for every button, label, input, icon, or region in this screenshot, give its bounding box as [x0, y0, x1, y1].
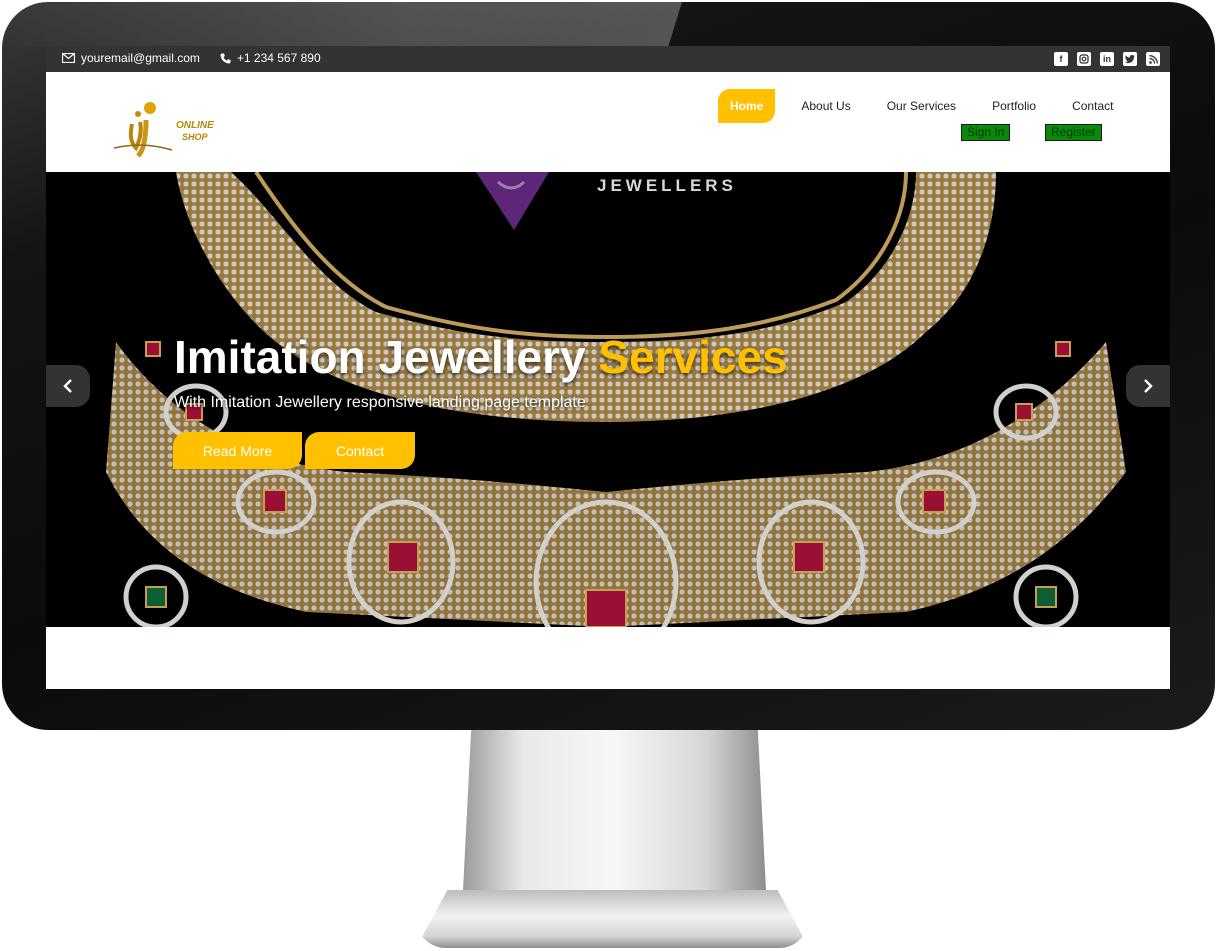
slider-next-button[interactable] — [1126, 365, 1170, 407]
nav-home[interactable]: Home — [718, 89, 776, 123]
hero-title-accent: Services — [598, 331, 788, 383]
chevron-right-icon — [1144, 379, 1153, 393]
slider-prev-button[interactable] — [46, 365, 90, 407]
email-link[interactable]: youremail@gmail.com — [62, 51, 200, 65]
monitor-frame: youremail@gmail.com +1 234 567 890 f in — [2, 2, 1215, 730]
monitor-stand-base — [416, 890, 809, 948]
logo-mark-icon — [113, 102, 173, 158]
nav-about-us[interactable]: About Us — [783, 89, 868, 123]
nav-contact[interactable]: Contact — [1054, 89, 1131, 123]
sign-in-button[interactable]: Sign In — [961, 124, 1011, 141]
hero-title-main: Imitation Jewellery — [174, 331, 586, 383]
instagram-icon[interactable] — [1077, 52, 1091, 66]
read-more-button[interactable]: Read More — [173, 432, 302, 469]
register-button[interactable]: Register — [1045, 124, 1102, 141]
envelope-icon — [62, 53, 75, 63]
hero-subtitle: With Imitation Jewellery responsive land… — [174, 394, 586, 411]
logo-text-shop: SHOP — [182, 132, 208, 142]
top-contact-bar: youremail@gmail.com +1 234 567 890 f in — [46, 46, 1170, 72]
monitor-glare — [2, 2, 682, 46]
brand-watermark: JEWELLERS — [597, 176, 737, 195]
logo-text-online: ONLINE — [176, 120, 214, 131]
page-content-area — [46, 627, 1170, 689]
linkedin-icon[interactable]: in — [1100, 52, 1114, 66]
rss-icon[interactable] — [1146, 52, 1160, 66]
chevron-left-icon — [63, 379, 72, 393]
website-screen: youremail@gmail.com +1 234 567 890 f in — [46, 46, 1170, 689]
nav-portfolio[interactable]: Portfolio — [974, 89, 1054, 123]
phone-link[interactable]: +1 234 567 890 — [220, 51, 321, 65]
social-links: f in — [1054, 52, 1160, 66]
monitor-stand-neck — [462, 730, 767, 910]
phone-icon — [220, 53, 231, 64]
nav-our-services[interactable]: Our Services — [869, 89, 974, 123]
hero-slider: JEWELLERS Imitation Jewellery Services W… — [46, 172, 1170, 627]
hero-contact-button[interactable]: Contact — [305, 432, 415, 469]
site-logo[interactable]: ONLINE SHOP — [112, 100, 232, 160]
site-header: ONLINE SHOP Home About Us Our Services P… — [46, 72, 1170, 172]
hero-title: Imitation Jewellery Services — [174, 330, 788, 384]
twitter-icon[interactable] — [1123, 52, 1137, 66]
facebook-icon[interactable]: f — [1054, 52, 1068, 66]
phone-text: +1 234 567 890 — [236, 51, 321, 65]
email-text: youremail@gmail.com — [81, 51, 200, 65]
main-nav: Home About Us Our Services Portfolio Con… — [718, 89, 1131, 123]
